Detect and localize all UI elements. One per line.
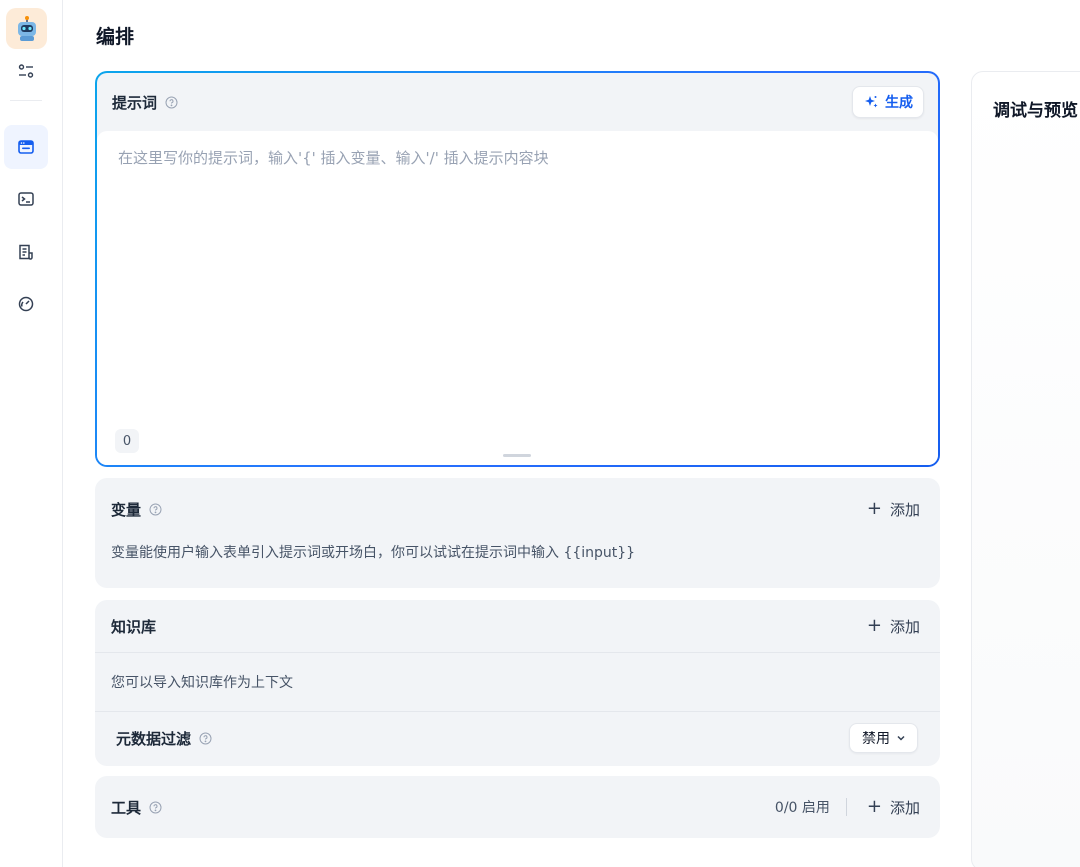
settings-sliders-icon <box>18 64 34 78</box>
monitor-gauge-icon <box>18 296 34 312</box>
metadata-filter-value: 禁用 <box>862 731 890 747</box>
sidebar <box>0 0 63 867</box>
knowledge-title: 知识库 <box>111 617 157 636</box>
app-avatar[interactable] <box>6 8 47 49</box>
debug-preview-panel: 调试与预览 <box>971 71 1080 867</box>
orchestrate-icon <box>18 140 34 154</box>
divider <box>845 798 847 816</box>
add-label: 添加 <box>889 617 920 636</box>
prompt-editor-card: 提示词 生成 0 <box>95 71 940 467</box>
add-tool-button[interactable]: + 添加 <box>861 793 926 822</box>
help-icon[interactable] <box>149 801 162 814</box>
prompt-editor: 提示词 生成 0 <box>97 73 938 465</box>
prompt-title: 提示词 <box>112 93 158 112</box>
plus-icon: + <box>866 498 882 519</box>
generate-label: 生成 <box>885 95 913 111</box>
metadata-filter-title: 元数据过滤 <box>116 729 192 748</box>
page-title: 编排 <box>96 26 135 48</box>
robot-icon <box>17 15 36 41</box>
terminal-icon <box>18 192 34 206</box>
sidebar-item-monitor[interactable] <box>4 282 48 326</box>
sidebar-item-settings[interactable] <box>4 49 48 93</box>
prompt-body: 0 <box>97 131 938 465</box>
generate-button[interactable]: 生成 <box>852 86 924 118</box>
knowledge-description: 您可以导入知识库作为上下文 <box>111 675 293 691</box>
tools-section: 工具 0/0 启用 + 添加 <box>95 776 940 838</box>
variables-description: 变量能使用户输入表单引入提示词或开场白，你可以试试在提示词中输入 {{input… <box>111 545 636 561</box>
sidebar-item-api[interactable] <box>4 177 48 221</box>
variables-title: 变量 <box>111 500 142 519</box>
help-icon[interactable] <box>149 503 162 516</box>
knowledge-section: 知识库 + 添加 您可以导入知识库作为上下文 元数据过滤 禁用 <box>95 600 940 766</box>
add-label: 添加 <box>889 798 920 817</box>
plus-icon: + <box>866 615 882 636</box>
add-variable-button[interactable]: + 添加 <box>861 495 926 524</box>
metadata-filter-select[interactable]: 禁用 <box>849 723 918 753</box>
add-knowledge-button[interactable]: + 添加 <box>861 612 926 641</box>
prompt-header: 提示词 生成 <box>97 73 938 131</box>
help-icon[interactable] <box>199 732 212 745</box>
metadata-filter-row: 元数据过滤 禁用 <box>95 712 940 764</box>
resize-handle[interactable] <box>503 454 531 457</box>
debug-title: 调试与预览 <box>993 101 1078 121</box>
help-icon[interactable] <box>165 96 178 109</box>
prompt-input[interactable] <box>118 147 918 427</box>
tools-status: 0/0 启用 <box>774 800 830 816</box>
sidebar-item-orchestrate[interactable] <box>4 125 48 169</box>
chevron-down-icon <box>897 735 905 741</box>
sidebar-item-logs[interactable] <box>4 230 48 274</box>
plus-icon: + <box>866 796 882 817</box>
tools-title: 工具 <box>111 798 142 817</box>
char-count: 0 <box>115 429 139 453</box>
add-label: 添加 <box>889 500 920 519</box>
sparkle-icon <box>865 96 878 108</box>
logs-icon <box>19 244 33 260</box>
sidebar-divider <box>10 100 42 101</box>
variables-section: 变量 + 添加 变量能使用户输入表单引入提示词或开场白，你可以试试在提示词中输入… <box>95 478 940 588</box>
